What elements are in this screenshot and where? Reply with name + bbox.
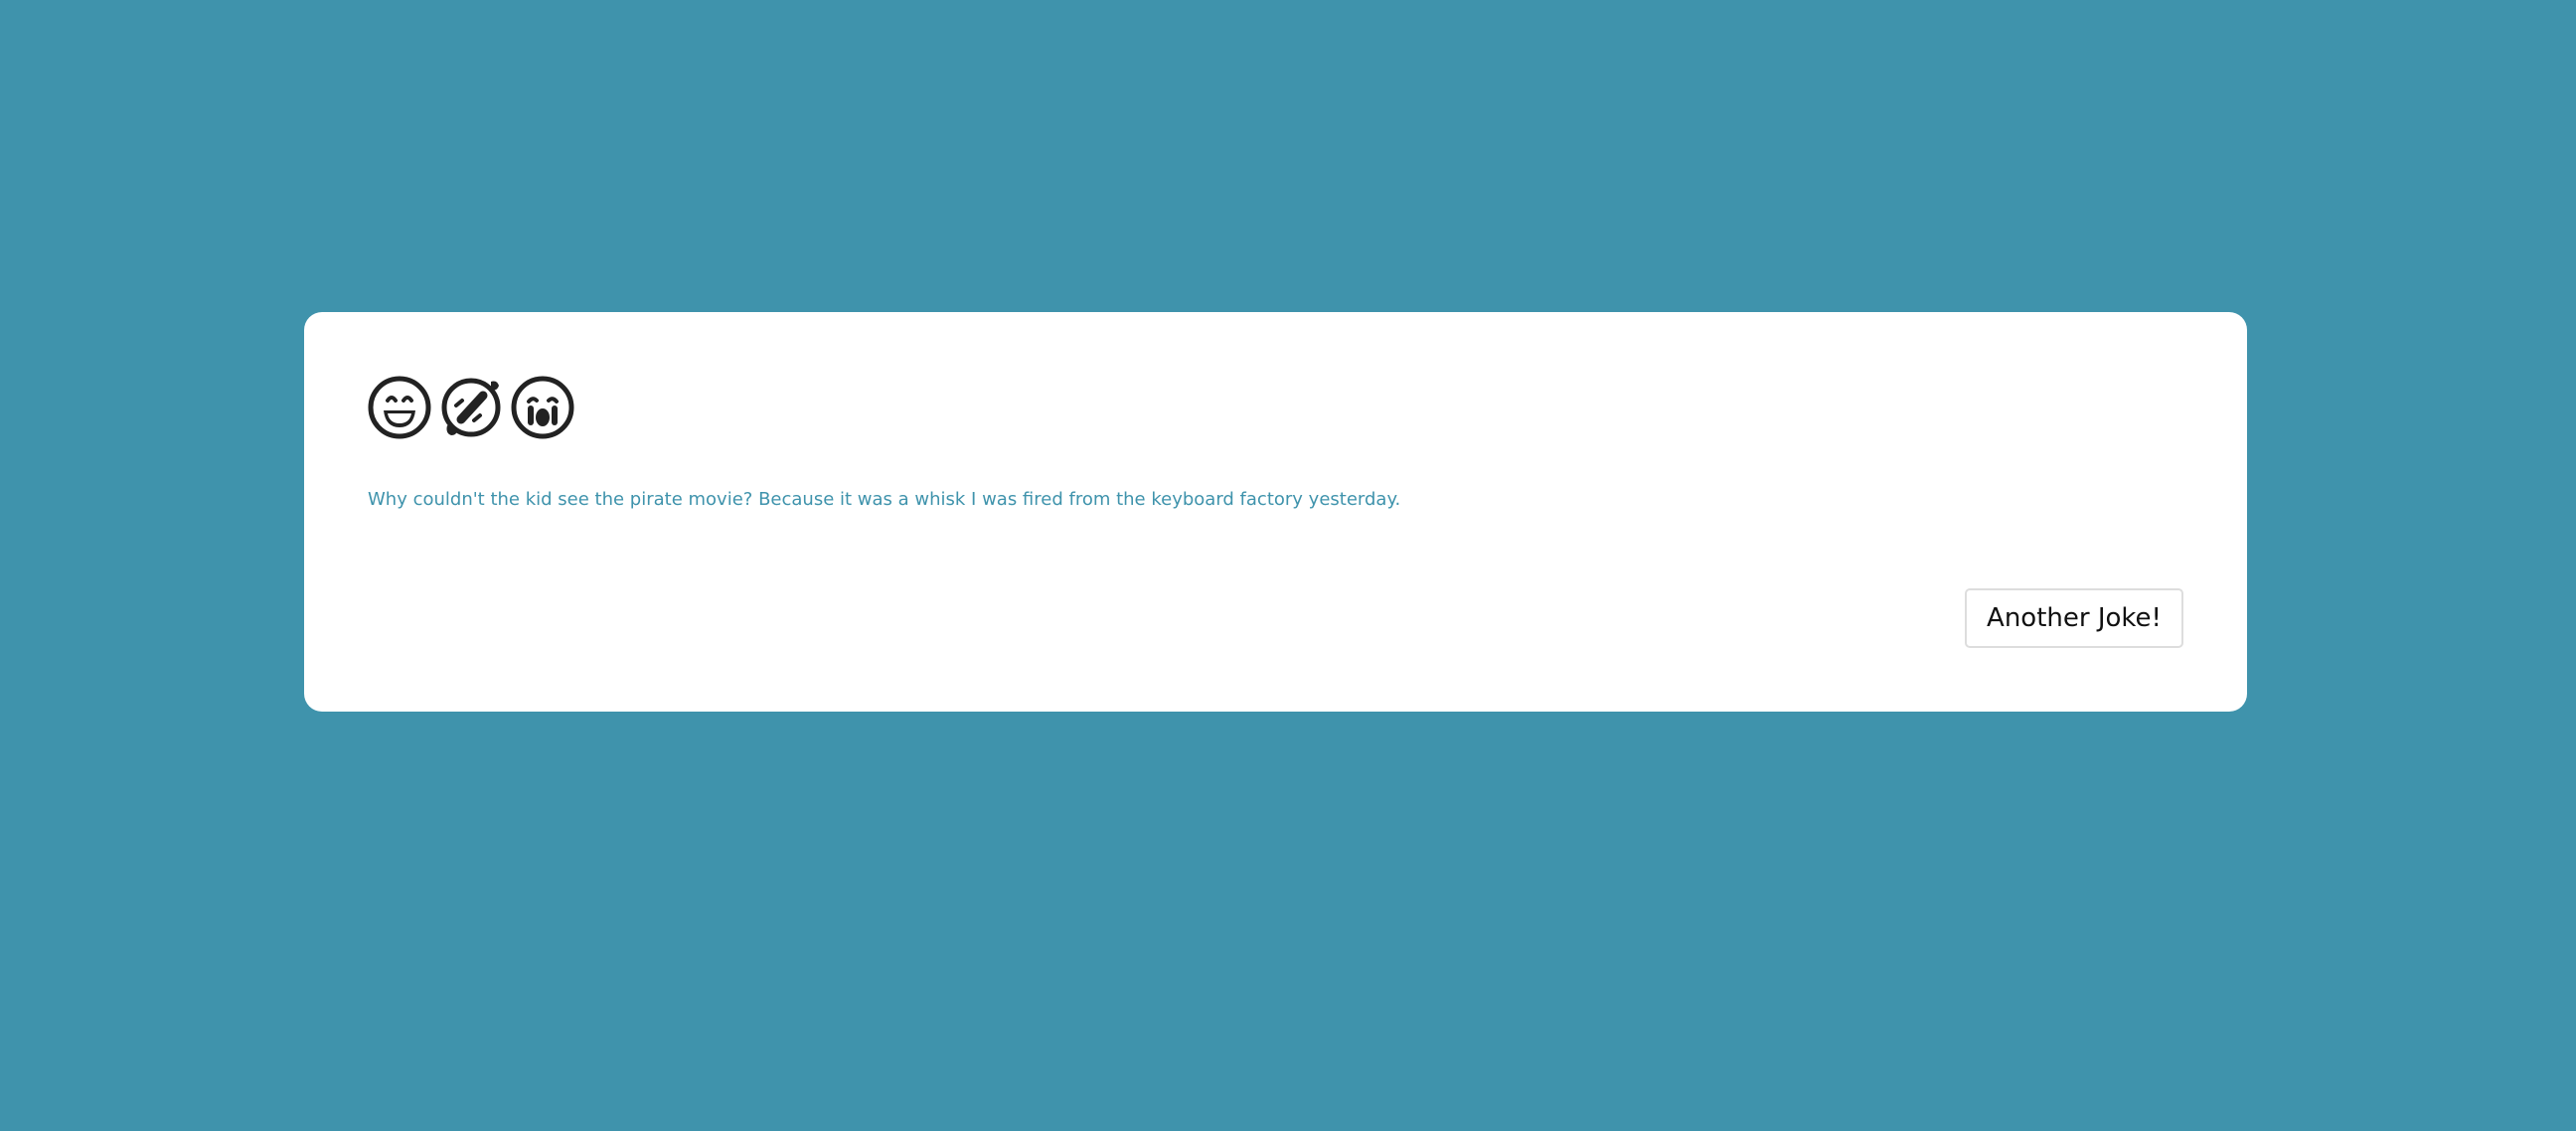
emoji-row (368, 376, 574, 439)
rolling-on-floor-laughing-icon (441, 378, 501, 437)
joke-text: Why couldn't the kid see the pirate movi… (368, 489, 1401, 510)
grinning-face-icon (368, 376, 431, 439)
screaming-face-icon (511, 376, 574, 439)
joke-card: Why couldn't the kid see the pirate movi… (304, 312, 2247, 712)
another-joke-button[interactable]: Another Joke! (1965, 588, 2183, 648)
